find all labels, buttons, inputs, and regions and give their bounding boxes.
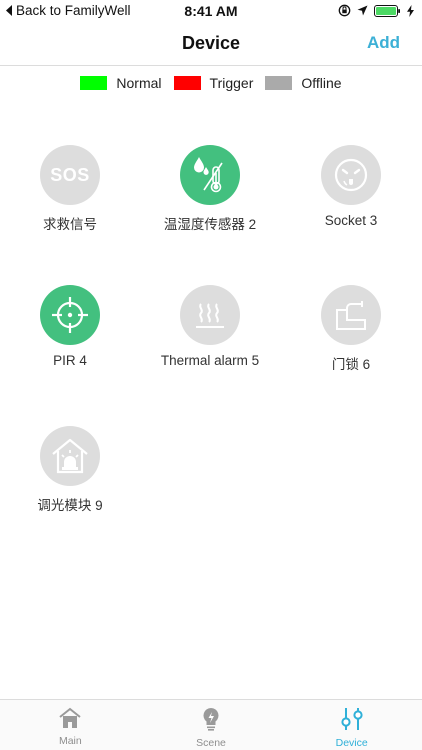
socket-icon [334,158,368,192]
device-tile-socket[interactable]: Socket 3 [281,145,421,228]
legend-label-offline: Offline [301,75,342,91]
device-tile-door-lock[interactable]: 门锁 6 [281,285,421,373]
tab-label: Scene [196,737,226,749]
tab-main[interactable]: Main [0,700,141,750]
charging-bolt-icon [407,4,414,17]
sliders-icon [341,708,363,730]
device-status-circle [40,285,100,345]
tab-bar: Main Scene Device [0,699,422,750]
alarm-house-icon [52,438,88,474]
tab-label: Device [335,737,368,749]
device-status-circle [321,285,381,345]
legend-item-trigger: Trigger [173,75,254,91]
sos-icon: SOS [50,164,90,185]
door-lock-icon [336,301,366,330]
lightbulb-icon [203,708,219,731]
device-label: Thermal alarm 5 [160,353,260,368]
device-label: 求救信号 [43,217,97,232]
status-legend: Normal Trigger Offline [0,75,422,91]
device-label: 温湿度传感器 2 [163,217,257,232]
orientation-lock-icon [338,4,351,17]
page-title: Device [181,33,241,53]
heat-waves-icon [196,303,224,328]
status-indicators [338,4,414,17]
device-label: 门锁 6 [331,357,371,372]
status-bar: Back to FamilyWell 8:41 AM [0,0,422,22]
device-label: 调光模块 9 [37,498,103,513]
device-tile-dimmer-module[interactable]: 调光模块 9 [0,426,140,514]
legend-item-offline: Offline [265,75,342,91]
tab-device[interactable]: Device [281,700,422,750]
tab-scene[interactable]: Scene [141,700,282,750]
legend-item-normal: Normal [80,75,162,91]
device-status-circle [180,145,240,205]
temperature-humidity-icon [194,157,223,193]
legend-label-trigger: Trigger [209,75,254,91]
device-tile-thermal-alarm[interactable]: Thermal alarm 5 [140,285,280,368]
legend-swatch-normal [80,76,108,90]
device-tile-sos[interactable]: SOS 求救信号 [0,145,140,233]
legend-swatch-offline [265,76,293,90]
device-status-circle [321,145,381,205]
device-tile-temperature-humidity[interactable]: 温湿度传感器 2 [140,145,280,233]
battery-icon [374,4,400,17]
legend-swatch-trigger [173,76,201,90]
location-arrow-icon [357,5,368,16]
tab-label: Main [58,735,82,747]
device-label: Socket 3 [324,213,378,228]
crosshair-icon [52,297,88,333]
device-status-circle [180,285,240,345]
add-device-button[interactable]: Add [367,33,400,53]
device-tile-pir[interactable]: PIR 4 [0,285,140,368]
device-status-circle [40,426,100,486]
navigation-bar: Device Add [0,22,422,66]
device-label: PIR 4 [53,353,87,368]
device-status-circle: SOS [40,145,100,205]
legend-label-normal: Normal [116,75,162,91]
home-icon [59,707,81,728]
